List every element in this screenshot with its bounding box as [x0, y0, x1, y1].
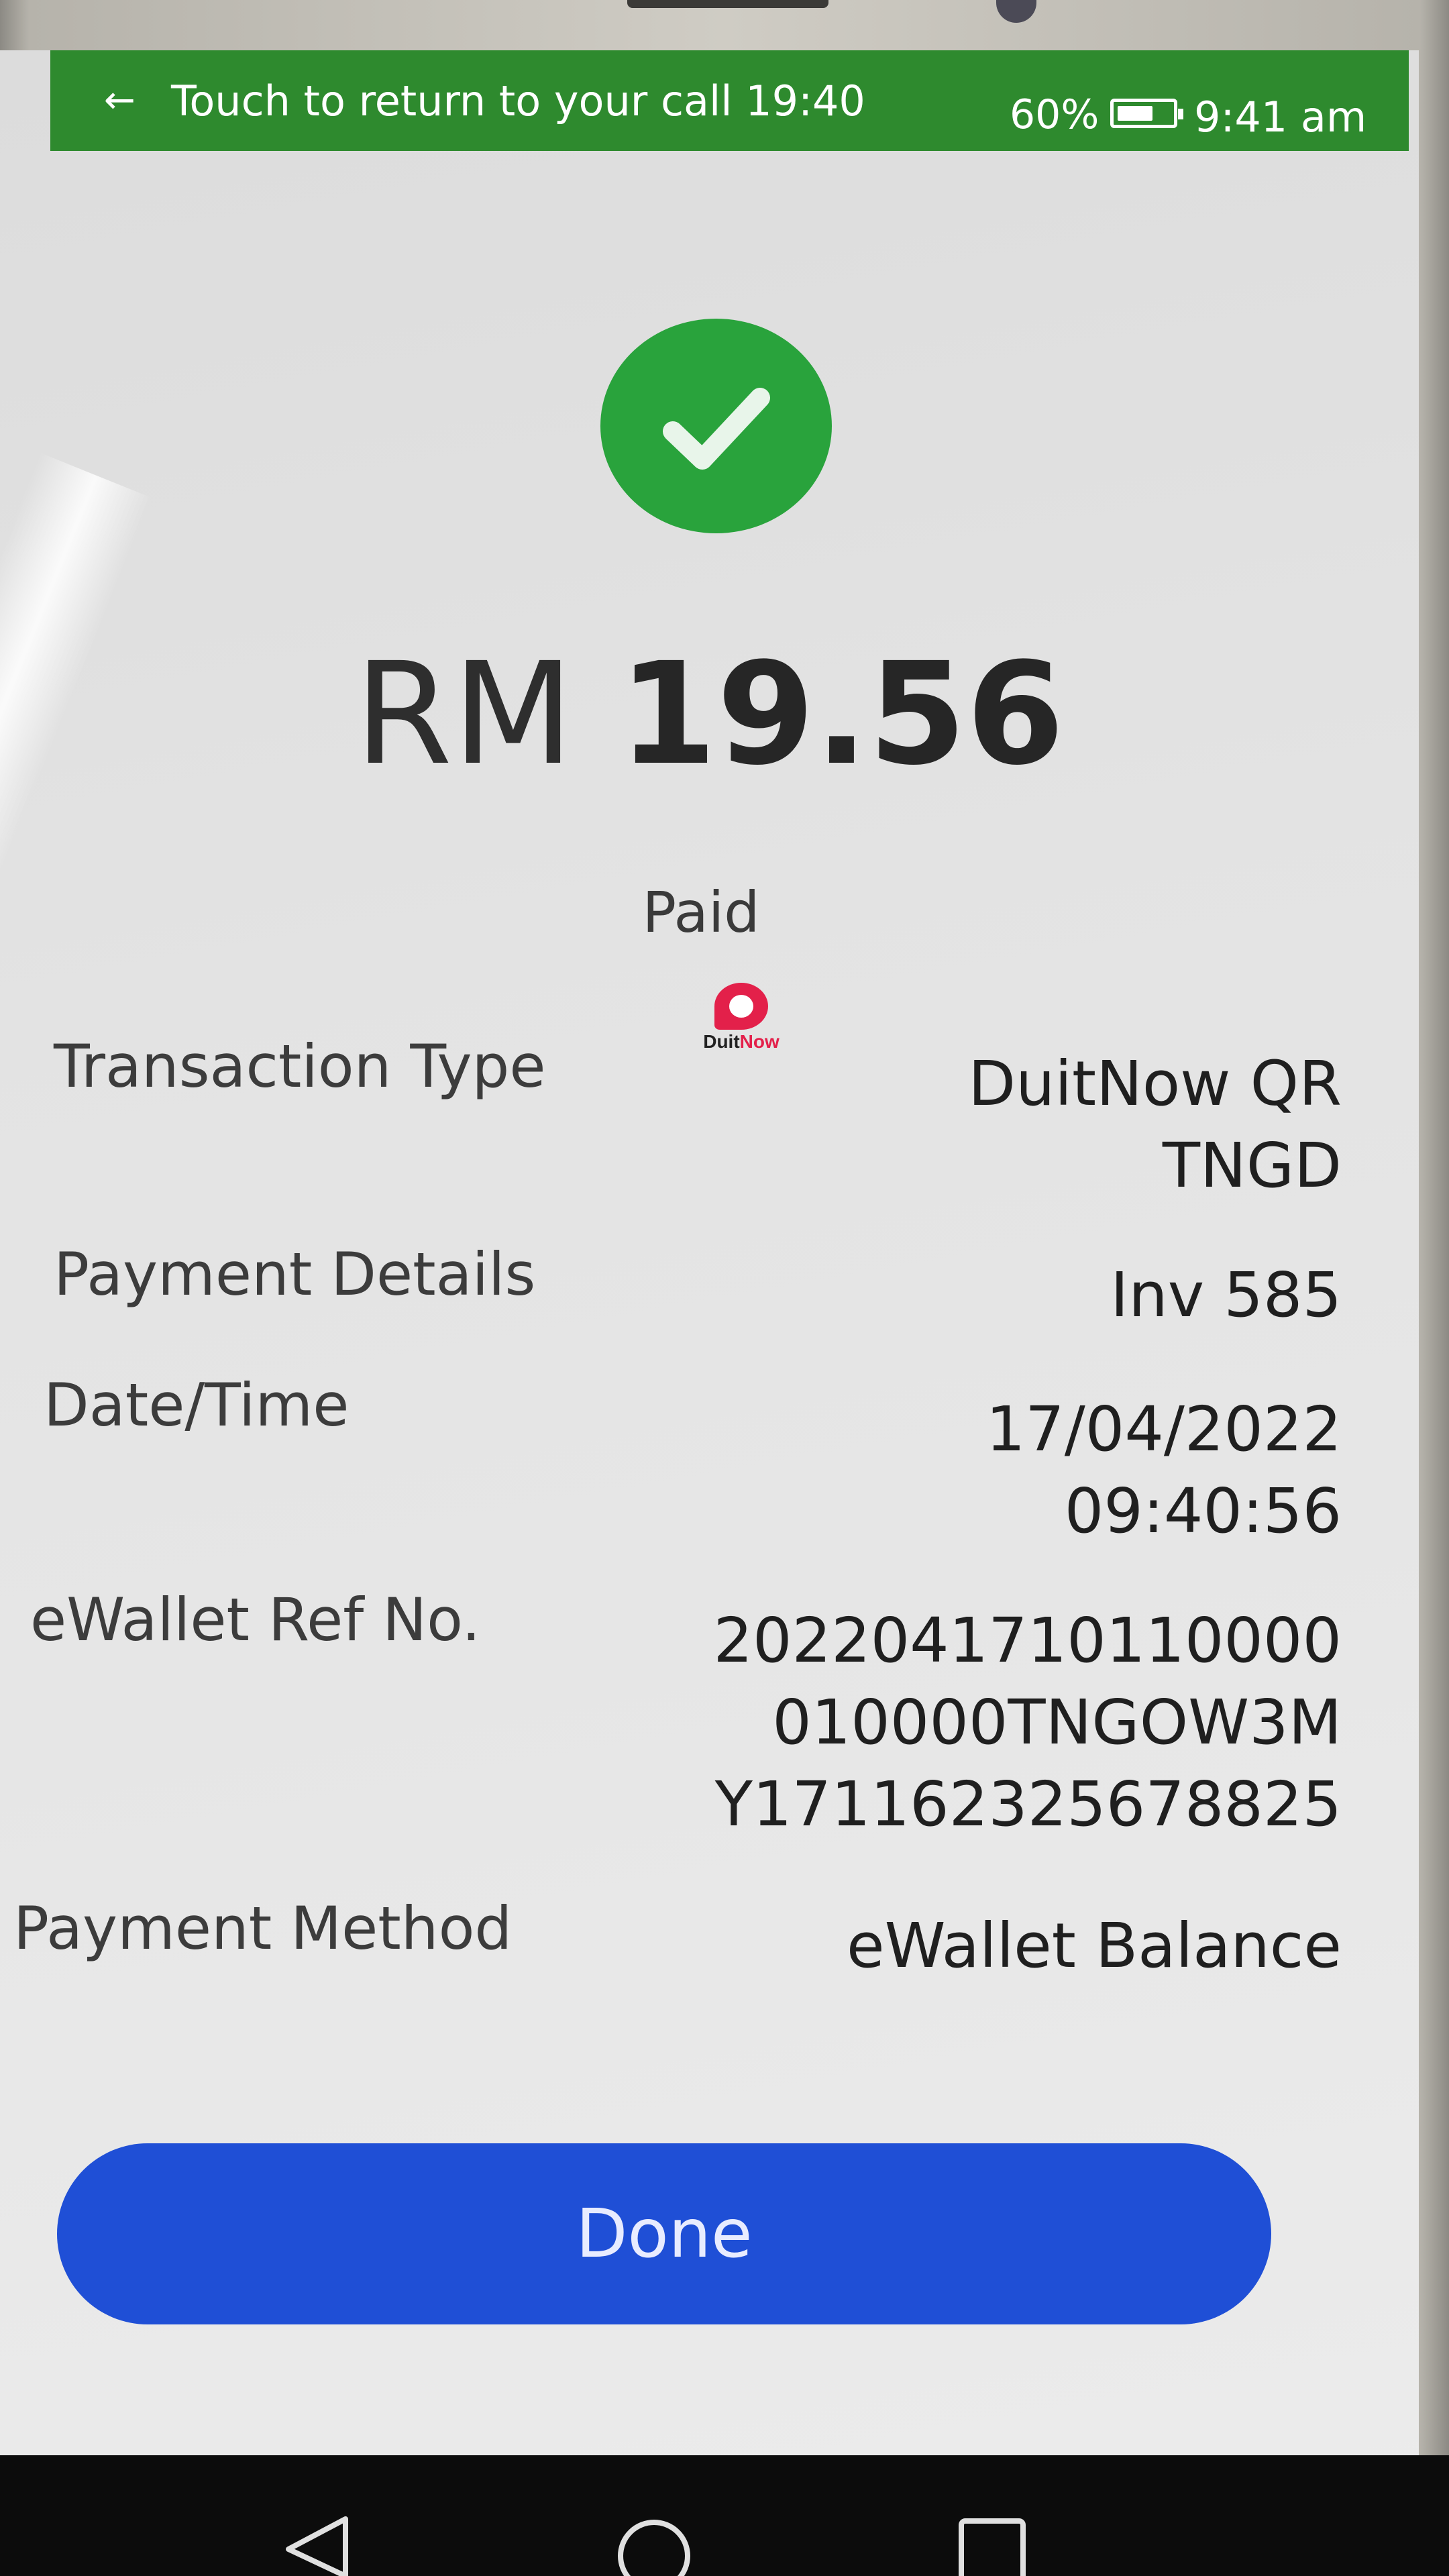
- status-clock: 9:41 am: [1194, 93, 1367, 142]
- system-navigation-bar: [0, 2455, 1449, 2576]
- payment-status: Paid: [642, 879, 760, 945]
- ewallet-ref-label: eWallet Ref No.: [30, 1585, 481, 1654]
- call-return-text: Touch to return to your call 19:40: [171, 76, 865, 125]
- payment-details-label: Payment Details: [54, 1240, 536, 1309]
- date-value: 17/04/2022: [985, 1393, 1342, 1465]
- transaction-type-line-1: DuitNow QR: [968, 1048, 1342, 1120]
- payment-method-label: Payment Method: [13, 1894, 513, 1963]
- transaction-type-value: DuitNow QR TNGD: [968, 1043, 1342, 1207]
- transaction-type-label: Transaction Type: [54, 1032, 546, 1101]
- transaction-type-line-2: TNGD: [1162, 1130, 1342, 1201]
- date-time-value: 17/04/2022 09:40:56: [986, 1389, 1342, 1552]
- ewallet-ref-line-2: 010000TNGOW3M: [772, 1686, 1342, 1758]
- return-to-call-bar[interactable]: ← Touch to return to your call 19:40 60%…: [50, 50, 1409, 151]
- done-button[interactable]: Done: [57, 2143, 1271, 2324]
- date-time-label: Date/Time: [44, 1371, 350, 1440]
- duitnow-logo-text: DuitNow: [703, 1031, 780, 1052]
- earpiece-speaker: [627, 0, 828, 8]
- amount-value: 19.56: [619, 632, 1065, 796]
- amount-currency: RM: [354, 632, 574, 796]
- payment-amount: RM 19.56: [0, 627, 1419, 802]
- payment-details-value: Inv 585: [1110, 1259, 1342, 1331]
- recents-square-icon[interactable]: [956, 2516, 1030, 2576]
- ewallet-ref-line-3: Y171162325678825: [714, 1768, 1342, 1840]
- phone-frame: ← Touch to return to your call 19:40 60%…: [0, 0, 1449, 2576]
- payment-method-value: eWallet Balance: [846, 1910, 1342, 1982]
- time-value: 09:40:56: [1064, 1475, 1342, 1547]
- home-circle-icon[interactable]: [614, 2516, 694, 2576]
- duitnow-logo-icon: DuitNow: [694, 983, 788, 1057]
- battery-icon: [1110, 99, 1183, 128]
- front-camera: [996, 0, 1036, 23]
- duitnow-mark: [714, 983, 768, 1030]
- back-arrow-icon: ←: [104, 78, 136, 122]
- battery-percent: 60%: [1010, 91, 1099, 138]
- success-check-icon: [600, 319, 832, 533]
- ewallet-ref-value: 2022041710110000 010000TNGOW3M Y17116232…: [713, 1600, 1342, 1845]
- screen: ← Touch to return to your call 19:40 60%…: [0, 50, 1419, 2576]
- ewallet-ref-line-1: 2022041710110000: [713, 1605, 1342, 1676]
- back-triangle-icon[interactable]: [278, 2516, 352, 2576]
